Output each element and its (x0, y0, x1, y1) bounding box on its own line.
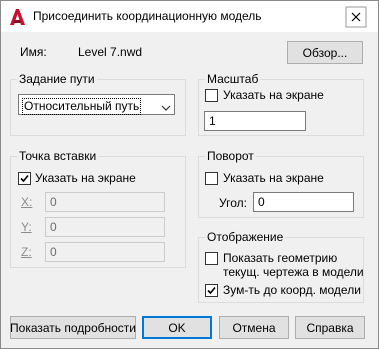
autocad-logo-icon (8, 8, 26, 26)
z-input[interactable]: 0 (45, 242, 165, 262)
help-label: Справка (306, 320, 354, 335)
z-label: Z: (21, 245, 32, 259)
browse-button-label: Обзор... (302, 45, 348, 60)
scale-group-legend: Масштаб (205, 72, 261, 86)
close-button[interactable] (345, 6, 367, 28)
insert-specify-label: Указать на экране (35, 171, 136, 185)
dialog-window: Присоединить координационную модель Имя:… (0, 0, 379, 349)
show-details-label: Показать подробности (10, 320, 136, 335)
file-name-value: Level 7.nwd (78, 45, 143, 59)
zoom-to-model-checkbox[interactable] (205, 284, 218, 297)
x-label: X: (21, 195, 33, 209)
path-type-value: Относительный путь (22, 98, 142, 115)
x-input[interactable]: 0 (45, 192, 165, 212)
name-label: Имя: (20, 45, 47, 59)
path-group-legend: Задание пути (17, 72, 97, 86)
show-details-button[interactable]: Показать подробности (10, 316, 136, 339)
title-bar: Присоединить координационную модель (1, 1, 378, 32)
ok-button[interactable]: OK (142, 316, 212, 339)
rotation-specify-label: Указать на экране (223, 171, 324, 185)
y-label: Y: (21, 220, 32, 234)
cancel-label: Отмена (232, 320, 276, 335)
checkmark-icon (207, 286, 216, 295)
insert-specify-checkbox[interactable] (18, 172, 31, 185)
window-title: Присоединить координационную модель (33, 9, 262, 23)
insert-point-legend: Точка вставки (17, 149, 99, 163)
display-group-legend: Отображение (205, 230, 286, 244)
path-type-select[interactable]: Относительный путь (18, 94, 175, 115)
close-icon (345, 6, 367, 28)
checkmark-icon (20, 174, 29, 183)
cancel-button[interactable]: Отмена (219, 316, 289, 339)
scale-specify-label: Указать на экране (223, 88, 324, 102)
ok-label: OK (168, 320, 186, 335)
rotation-specify-checkbox[interactable] (205, 172, 218, 185)
rotation-group-legend: Поворот (205, 149, 256, 163)
scale-input[interactable]: 1 (204, 111, 306, 131)
angle-label: Угол: (219, 196, 247, 210)
show-geometry-checkbox[interactable] (205, 252, 218, 265)
scale-specify-checkbox[interactable] (205, 89, 218, 102)
browse-button[interactable]: Обзор... (287, 41, 363, 64)
y-input[interactable]: 0 (45, 217, 165, 237)
zoom-to-model-label: Зум-ть до коорд. модели (223, 283, 361, 297)
show-geometry-label-line1: Показать геометрию (223, 251, 338, 265)
chevron-down-icon (161, 101, 171, 115)
show-geometry-label-line2: текущ. чертежа в модели (223, 265, 364, 279)
help-button[interactable]: Справка (295, 316, 365, 339)
angle-input[interactable]: 0 (253, 192, 354, 212)
